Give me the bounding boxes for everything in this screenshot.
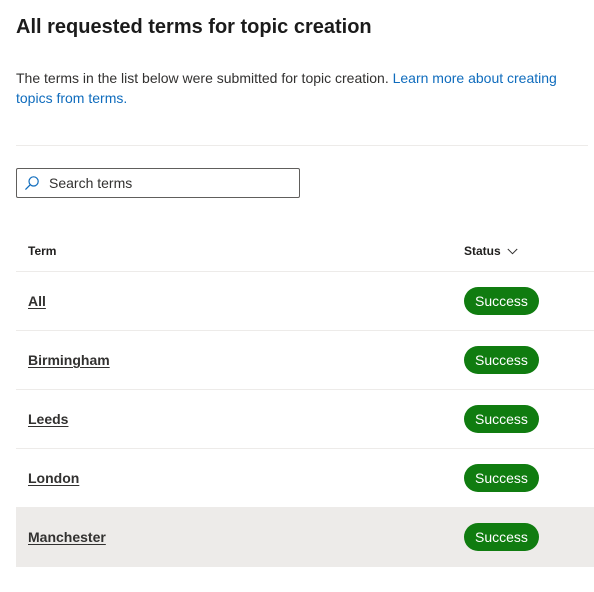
term-cell: London: [16, 470, 454, 486]
table-row[interactable]: All Success: [16, 272, 594, 331]
status-badge: Success: [464, 287, 539, 315]
page-title: All requested terms for topic creation: [16, 16, 372, 38]
status-badge: Success: [464, 405, 539, 433]
term-cell: All: [16, 293, 454, 309]
status-badge: Success: [464, 346, 539, 374]
status-cell: Success: [454, 346, 539, 374]
column-header-status[interactable]: Status: [464, 244, 518, 258]
search-icon: [17, 168, 47, 198]
column-header-status-label: Status: [464, 244, 501, 258]
term-cell: Birmingham: [16, 352, 454, 368]
table-header-row: Term Status: [16, 231, 594, 272]
page-description: The terms in the list below were submitt…: [16, 68, 576, 108]
term-link[interactable]: Manchester: [28, 529, 106, 545]
term-link[interactable]: London: [28, 470, 79, 486]
status-badge: Success: [464, 523, 539, 551]
table-row[interactable]: London Success: [16, 449, 594, 508]
status-badge: Success: [464, 464, 539, 492]
term-link[interactable]: Leeds: [28, 411, 68, 427]
status-cell: Success: [454, 405, 539, 433]
description-text: The terms in the list below were submitt…: [16, 70, 393, 86]
column-header-term: Term: [28, 244, 57, 258]
status-cell: Success: [454, 464, 539, 492]
term-link[interactable]: All: [28, 293, 46, 309]
table-row-highlighted[interactable]: Manchester Success: [16, 508, 594, 567]
term-link[interactable]: Birmingham: [28, 352, 110, 368]
term-cell: Leeds: [16, 411, 454, 427]
search-input[interactable]: [49, 170, 299, 196]
table-row[interactable]: Leeds Success: [16, 390, 594, 449]
status-cell: Success: [454, 287, 539, 315]
divider: [16, 145, 588, 146]
table-row[interactable]: Birmingham Success: [16, 331, 594, 390]
status-cell: Success: [454, 523, 539, 551]
column-header-status-cell: Status: [454, 244, 518, 258]
terms-table: Term Status All Success Birmingham Succe…: [16, 231, 594, 567]
search-box[interactable]: [16, 168, 300, 198]
chevron-down-icon: [507, 248, 518, 255]
term-cell: Manchester: [16, 529, 454, 545]
